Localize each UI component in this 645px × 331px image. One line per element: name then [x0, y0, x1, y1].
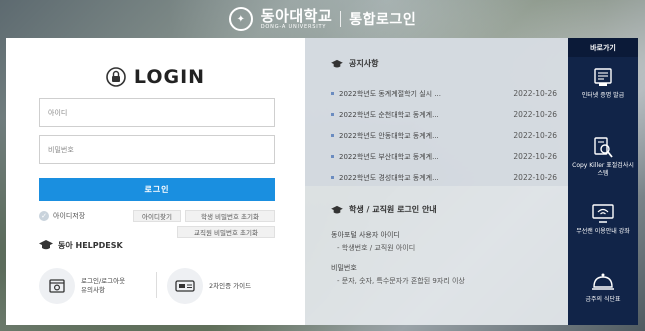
reset-student-password-button[interactable]: 학생 비밀번호 초기화	[185, 210, 275, 222]
guide-item: 동아포털 사용자 아이디	[331, 229, 465, 242]
graduation-cap-icon	[331, 59, 343, 68]
login-heading: LOGIN	[6, 66, 305, 88]
portal-title: 통합로그인	[349, 12, 417, 28]
notice-title: 공지사항	[349, 59, 379, 68]
notice-item-date: 2022-10-26	[513, 131, 557, 140]
two-factor-guide-link[interactable]: 2차인증 가이드	[167, 268, 259, 304]
plagiarism-check-icon	[594, 137, 613, 158]
notice-item[interactable]: 2022학년도 순천대학교 동계계... 2022-10-26	[331, 104, 557, 125]
reset-staff-password-button[interactable]: 교직원 비밀번호 초기화	[177, 226, 275, 238]
guide-item-text: - 학생번호 / 교직원 아이디	[337, 243, 416, 252]
notice-item[interactable]: 2022학년도 경성대학교 동계계... 2022-10-26	[331, 167, 557, 188]
header-divider	[340, 11, 342, 27]
id-input[interactable]	[39, 98, 275, 127]
password-input[interactable]	[39, 135, 275, 164]
login-button[interactable]: 로그인	[39, 178, 275, 201]
notice-item[interactable]: 2022학년도 안동대학교 동계계... 2022-10-26	[331, 125, 557, 146]
login-notice-link[interactable]: 로그인/로그아웃 유의사항	[39, 268, 131, 304]
guide-spacer	[331, 255, 465, 262]
graduation-cap-icon	[39, 240, 53, 250]
bullet-icon	[331, 92, 334, 95]
guide-item: - 학생번호 / 교직원 아이디	[331, 242, 465, 255]
info-panel: 공지사항 2022학년도 동계계절학기 실시 ... 2022-10-26 20…	[305, 38, 568, 325]
university-name: 동아대학교	[260, 6, 333, 25]
notice-item-title[interactable]: 2022학년도 경성대학교 동계계...	[339, 173, 477, 183]
notice-item[interactable]: 2022학년도 부산대학교 동계계... 2022-10-26	[331, 146, 557, 167]
bullet-icon	[331, 176, 334, 179]
guide-item-text: - 문자, 숫자, 특수문자가 혼합된 9자리 이상	[337, 276, 465, 285]
notice-item-title[interactable]: 2022학년도 동계계절학기 실시 ...	[339, 89, 477, 99]
quick-menu-label: 금주의 식단표	[585, 296, 621, 303]
check-icon: ✓	[39, 211, 49, 221]
header: ✦ 동아대학교 DONG-A UNIVERSITY 통합로그인	[0, 0, 645, 38]
notice-item-title[interactable]: 2022학년도 안동대학교 동계계...	[339, 131, 477, 141]
find-id-button[interactable]: 아이디찾기	[133, 210, 181, 222]
quick-menu-title: 바로가기	[568, 38, 638, 57]
save-id-label: 아이디저장	[53, 212, 86, 220]
helpdesk-heading: 동아 HELPDESK	[39, 239, 123, 251]
quick-menu-item-certificate[interactable]: 인터넷 증명 발급	[568, 66, 638, 100]
save-id-checkbox[interactable]: ✓ 아이디저장	[39, 211, 85, 221]
certificate-icon	[594, 68, 612, 86]
quick-menu-item-copy-killer[interactable]: Copy Killer 표절검사시스템	[568, 136, 638, 178]
wireless-lan-icon	[592, 204, 614, 223]
guide-item-text: 비밀번호	[331, 263, 357, 272]
two-factor-guide-label: 2차인증 가이드	[209, 281, 252, 290]
bullet-icon	[331, 134, 334, 137]
guide-item-text: 동아포털 사용자 아이디	[331, 231, 400, 239]
quick-menu-item-wireless[interactable]: 무선랜 이용안내 강좌	[568, 202, 638, 236]
guide-item: 비밀번호	[331, 262, 465, 275]
notice-item-title[interactable]: 2022학년도 순천대학교 동계계...	[339, 110, 477, 120]
login-card: LOGIN 로그인 ✓ 아이디저장 아이디찾기 학생 비밀번호 초기화 교직원 …	[6, 38, 305, 325]
quick-menu-item-meal[interactable]: 금주의 식단표	[568, 270, 638, 304]
notice-list: 2022학년도 동계계절학기 실시 ... 2022-10-26 2022학년도…	[331, 83, 557, 188]
two-factor-icon	[167, 268, 203, 304]
university-name-en: DONG-A UNIVERSITY	[260, 23, 327, 30]
university-logo: 동아대학교 DONG-A UNIVERSITY	[260, 6, 333, 30]
login-guide-heading: 학생 / 교직원 로그인 안내	[331, 204, 437, 215]
login-guide-title: 학생 / 교직원 로그인 안내	[349, 205, 437, 214]
quick-menu-label: Copy Killer 표절검사시스템	[572, 162, 634, 177]
helpdesk-divider	[156, 272, 157, 298]
login-notice-label: 로그인/로그아웃 유의사항	[81, 277, 126, 294]
notice-heading: 공지사항	[331, 58, 378, 69]
quick-menu-label: 인터넷 증명 발급	[581, 92, 625, 99]
notice-item[interactable]: 2022학년도 동계계절학기 실시 ... 2022-10-26	[331, 83, 557, 104]
lock-icon	[106, 67, 126, 87]
meal-menu-icon	[592, 273, 614, 290]
login-notice-icon	[39, 268, 75, 304]
helpdesk-title: 동아 HELPDESK	[58, 240, 123, 250]
notice-item-date: 2022-10-26	[513, 152, 557, 161]
notice-item-date: 2022-10-26	[513, 89, 557, 98]
quick-menu-label: 무선랜 이용안내 강좌	[576, 228, 630, 235]
quick-menu: 바로가기 인터넷 증명 발급 Copy Killer 표절검사시스템 무선랜 이…	[568, 38, 638, 325]
bullet-icon	[331, 155, 334, 158]
login-title: LOGIN	[133, 66, 206, 88]
notice-item-title[interactable]: 2022학년도 부산대학교 동계계...	[339, 152, 477, 162]
bullet-icon	[331, 113, 334, 116]
login-guide-list: 동아포털 사용자 아이디 - 학생번호 / 교직원 아이디 비밀번호 - 문자,…	[331, 229, 465, 288]
guide-item: - 문자, 숫자, 특수문자가 혼합된 9자리 이상	[331, 275, 465, 288]
graduation-cap-icon	[331, 205, 343, 214]
university-seal-icon: ✦	[228, 7, 253, 31]
notice-item-date: 2022-10-26	[513, 173, 557, 182]
notice-item-date: 2022-10-26	[513, 110, 557, 119]
